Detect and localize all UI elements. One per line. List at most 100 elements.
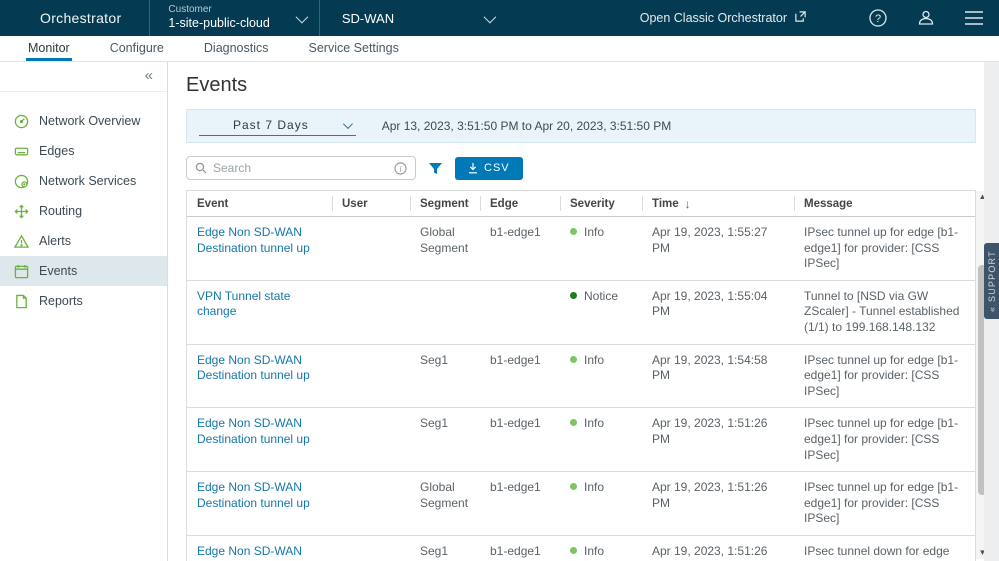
time-cell: Apr 19, 2023, 1:54:58 PM: [642, 345, 794, 408]
column-header-label: Message: [804, 198, 853, 210]
alert-triangle-icon: [13, 233, 29, 249]
message-cell: IPsec tunnel down for edge [b1-edge1] fo…: [794, 536, 975, 561]
sidebar-item-alerts[interactable]: Alerts: [0, 226, 167, 256]
column-header-label: Time: [652, 198, 679, 210]
table-toolbar: i CSV: [186, 156, 976, 180]
events-table: Event User Segment Edge Severity Time ↓ Message…: [186, 190, 976, 561]
message-cell: IPsec tunnel up for edge [b1-edge1] for …: [794, 472, 975, 535]
column-header-event[interactable]: Event: [187, 191, 332, 216]
severity-dot-icon: [570, 292, 577, 299]
time-range-value: Past 7 Days: [233, 118, 309, 132]
edge-cell: [480, 281, 560, 344]
product-dropdown[interactable]: SD-WAN: [320, 11, 515, 26]
column-header-label: Edge: [490, 198, 518, 210]
network-services-icon: [13, 173, 29, 189]
event-link[interactable]: Edge Non SD-WAN Destination tunnel up: [197, 416, 310, 446]
segment-cell: Seg1: [410, 408, 480, 471]
sort-descending-icon[interactable]: ↓: [685, 197, 691, 211]
segment-cell: Seg1: [410, 345, 480, 408]
user-cell: [332, 217, 410, 280]
event-link[interactable]: Edge Non SD-WAN Destination tunnel up: [197, 225, 310, 255]
csv-button-label: CSV: [484, 162, 510, 174]
customer-dropdown[interactable]: Customer 1-site-public-cloud: [150, 4, 318, 32]
sidebar-item-label: Network Overview: [39, 114, 140, 128]
edge-cell: b1-edge1: [480, 217, 560, 280]
event-link[interactable]: Edge Non SD-WAN Destination tunnel up: [197, 480, 310, 510]
help-button[interactable]: ?: [867, 7, 889, 29]
tab-configure[interactable]: Configure: [108, 37, 166, 61]
sidebar-item-routing[interactable]: Routing: [0, 196, 167, 226]
time-cell: Apr 19, 2023, 1:51:26 PM: [642, 472, 794, 535]
table-header-row: Event User Segment Edge Severity Time ↓ Message: [187, 191, 975, 217]
customer-value: 1-site-public-cloud: [168, 16, 269, 32]
time-range-text: Apr 13, 2023, 3:51:50 PM to Apr 20, 2023…: [382, 119, 672, 133]
sidebar-item-network-overview[interactable]: Network Overview: [0, 106, 167, 136]
page-title: Events: [186, 74, 976, 97]
message-cell: Tunnel to [NSD via GW ZScaler] - Tunnel …: [794, 281, 975, 344]
table-row: Edge Non SD-WAN Destination tunnel upGlo…: [187, 472, 975, 536]
column-header-message[interactable]: Message: [794, 191, 975, 216]
severity-dot-icon: [570, 483, 577, 490]
edge-cell: b1-edge1: [480, 472, 560, 535]
tab-monitor[interactable]: Monitor: [26, 37, 72, 61]
message-cell: IPsec tunnel up for edge [b1-edge1] for …: [794, 345, 975, 408]
edge-cell: b1-edge1: [480, 408, 560, 471]
column-header-label: User: [342, 198, 368, 210]
edge-cell: b1-edge1: [480, 536, 560, 561]
edge-device-icon: [13, 143, 29, 159]
severity-cell: Info: [560, 472, 642, 535]
sidebar-item-reports[interactable]: Reports: [0, 286, 167, 316]
chevron-down-icon: [295, 10, 308, 23]
column-header-segment[interactable]: Segment: [410, 191, 480, 216]
time-cell: Apr 19, 2023, 1:51:26 PM: [642, 408, 794, 471]
hamburger-menu-button[interactable]: [963, 7, 985, 29]
severity-cell: Info: [560, 536, 642, 561]
user-cell: [332, 536, 410, 561]
search-input[interactable]: [213, 161, 388, 175]
support-label: SUPPORT: [987, 250, 997, 302]
info-icon[interactable]: i: [394, 162, 407, 175]
search-box: i: [186, 156, 416, 180]
sidebar-item-network-services[interactable]: Network Services: [0, 166, 167, 196]
time-range-select[interactable]: Past 7 Days: [199, 116, 356, 136]
table-row: Edge Non SD-WAN Destination tunnel up Glo…: [187, 217, 975, 281]
severity-label: Info: [584, 225, 604, 241]
chevron-down-icon: [343, 119, 353, 129]
customer-label: Customer: [168, 4, 269, 17]
column-header-severity[interactable]: Severity: [560, 191, 642, 216]
sidebar-item-edges[interactable]: Edges: [0, 136, 167, 166]
support-tab[interactable]: «SUPPORT: [984, 243, 999, 319]
sidebar-item-label: Network Services: [39, 174, 136, 188]
severity-label: Info: [584, 416, 604, 432]
severity-cell: Info: [560, 408, 642, 471]
svg-text:i: i: [399, 164, 402, 173]
event-cell: Edge Non SD-WAN Destination tunnel up: [187, 408, 332, 471]
time-cell: Apr 19, 2023, 1:55:04 PM: [642, 281, 794, 344]
filter-icon[interactable]: [428, 161, 443, 176]
edge-cell: b1-edge1: [480, 345, 560, 408]
table-row: Edge Non SD-WAN Destination tunnel up Seg…: [187, 408, 975, 472]
user-button[interactable]: [915, 7, 937, 29]
chevron-down-icon: [484, 10, 497, 23]
column-header-time[interactable]: Time ↓: [642, 191, 794, 216]
sidebar-item-label: Reports: [39, 294, 83, 308]
segment-cell: Global Segment: [410, 217, 480, 280]
csv-export-button[interactable]: CSV: [455, 157, 523, 180]
severity-label: Info: [584, 480, 604, 496]
tab-service-settings[interactable]: Service Settings: [307, 37, 401, 61]
user-cell: [332, 345, 410, 408]
column-header-edge[interactable]: Edge: [480, 191, 560, 216]
tab-diagnostics[interactable]: Diagnostics: [202, 37, 271, 61]
event-link[interactable]: Edge Non SD-WAN Destination tunnel up: [197, 353, 310, 383]
column-header-user[interactable]: User: [332, 191, 410, 216]
severity-dot-icon: [570, 228, 577, 235]
sidebar-item-label: Events: [39, 264, 77, 278]
product-label: SD-WAN: [342, 11, 394, 26]
report-icon: [13, 293, 29, 309]
sidebar-collapse-button[interactable]: «: [145, 68, 153, 83]
event-link[interactable]: Edge Non SD-WAN Destination tunnel down: [197, 544, 302, 561]
open-classic-orchestrator-link[interactable]: Open Classic Orchestrator: [640, 10, 807, 26]
sidebar: « Network Overview Edges Network Services R…: [0, 62, 168, 561]
event-link[interactable]: VPN Tunnel state change: [197, 289, 290, 319]
sidebar-item-events[interactable]: Events: [0, 256, 167, 286]
